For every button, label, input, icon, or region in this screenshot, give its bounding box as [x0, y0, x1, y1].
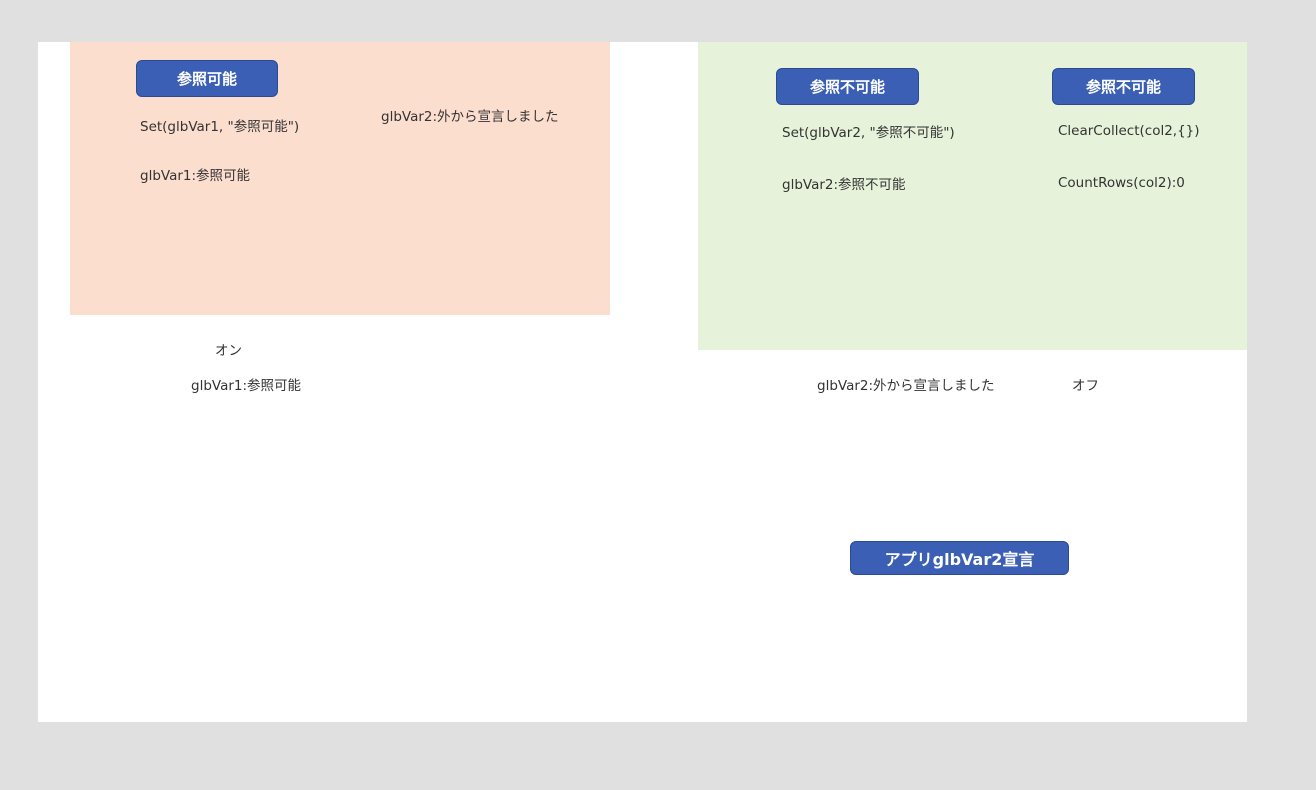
outside-glbvar1-label: glbVar1:参照可能: [191, 378, 302, 394]
glbvar1-value-label: glbVar1:参照可能: [140, 168, 251, 184]
clearcollect-formula-label: ClearCollect(col2,{}): [1058, 123, 1200, 139]
toggle-off-label[interactable]: オフ: [1072, 377, 1099, 395]
countrows-value-label: CountRows(col2):0: [1058, 175, 1185, 191]
glbvar2-value-label: glbVar2:参照不可能: [782, 177, 906, 193]
declare-app-glbvar2-button[interactable]: アプリglbVar2宣言: [850, 541, 1069, 575]
left-container: 参照可能 Set(glbVar1, "参照可能") glbVar1:参照可能 g…: [70, 42, 610, 315]
not-referable-collection-button[interactable]: 参照不可能: [1052, 68, 1195, 105]
set-glbvar2-formula-label: Set(glbVar2, "参照不可能"): [782, 125, 955, 141]
glbvar2-value-label: glbVar2:外から宣言しました: [381, 109, 559, 125]
not-referable-button[interactable]: 参照不可能: [776, 68, 919, 105]
toggle-on-label[interactable]: オン: [215, 342, 242, 360]
referable-button[interactable]: 参照可能: [136, 60, 278, 97]
outside-glbvar2-label: glbVar2:外から宣言しました: [817, 378, 995, 394]
right-container: 参照不可能 参照不可能 Set(glbVar2, "参照不可能") glbVar…: [698, 42, 1247, 350]
set-glbvar1-formula-label: Set(glbVar1, "参照可能"): [140, 119, 300, 135]
app-canvas: 参照可能 Set(glbVar1, "参照可能") glbVar1:参照可能 g…: [38, 42, 1247, 722]
